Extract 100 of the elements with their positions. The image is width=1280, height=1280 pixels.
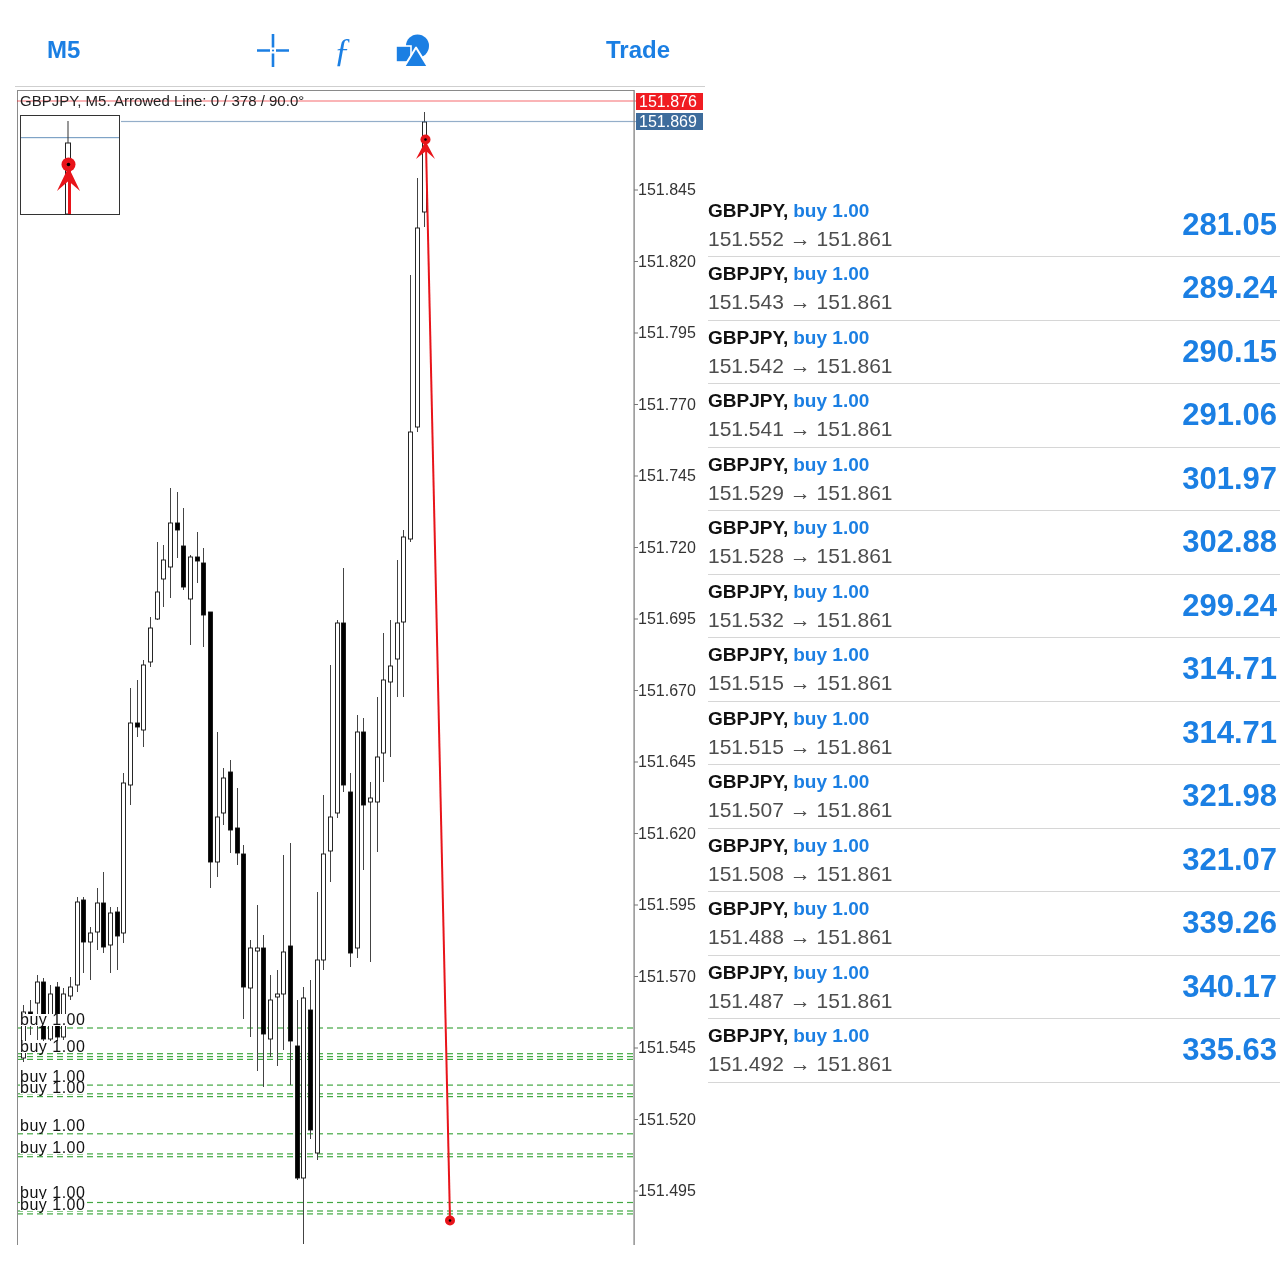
axis-label: 151.845 bbox=[638, 181, 696, 199]
price-range: 151.532 → 151.861 bbox=[708, 607, 893, 632]
symbol-label: GBPJPY, bbox=[708, 452, 789, 477]
order-type: buy 1.00 bbox=[793, 198, 870, 223]
price-tag: 151.869 bbox=[636, 113, 703, 130]
order-label: buy 1.00 bbox=[20, 1082, 87, 1094]
symbol-label: GBPJPY, bbox=[708, 389, 789, 414]
order-label: buy 1.00 bbox=[20, 1142, 87, 1154]
profit-value: 289.24 bbox=[1182, 270, 1277, 307]
axis-label: 151.595 bbox=[638, 896, 696, 914]
price-range: 151.541 → 151.861 bbox=[708, 417, 893, 442]
symbol-label: GBPJPY, bbox=[708, 325, 789, 350]
axis-label: 151.520 bbox=[638, 1110, 696, 1129]
trade-row[interactable]: GBPJPY, buy 1.00 151.508 → 151.861 321.07 bbox=[708, 828, 1280, 892]
order-type: buy 1.00 bbox=[793, 833, 870, 858]
price-range: 151.528 → 151.861 bbox=[708, 544, 893, 569]
order-type: buy 1.00 bbox=[793, 897, 870, 922]
order-type: buy 1.00 bbox=[793, 960, 870, 985]
price-range: 151.552 → 151.861 bbox=[708, 226, 893, 251]
axis-label: 151.645 bbox=[638, 753, 696, 771]
trade-row[interactable]: GBPJPY, buy 1.00 151.492 → 151.861 335.63 bbox=[708, 1019, 1280, 1083]
function-button[interactable]: ƒ bbox=[331, 32, 353, 68]
price-range: 151.542 → 151.861 bbox=[708, 353, 893, 378]
axis-label: 151.495 bbox=[638, 1182, 696, 1200]
arrow-marker bbox=[57, 157, 80, 214]
order-label: buy 1.00 bbox=[20, 1014, 87, 1026]
trade-row[interactable]: GBPJPY, buy 1.00 151.543 → 151.861 289.24 bbox=[708, 257, 1280, 321]
profit-value: 299.24 bbox=[1182, 587, 1277, 624]
crosshair-icon[interactable] bbox=[256, 33, 289, 67]
profit-value: 291.06 bbox=[1182, 397, 1277, 434]
axis-label: 151.795 bbox=[638, 324, 696, 342]
price-range: 151.488 → 151.861 bbox=[708, 925, 893, 950]
trade-row[interactable]: GBPJPY, buy 1.00 151.507 → 151.861 321.98 bbox=[708, 765, 1280, 829]
axis-label: 151.670 bbox=[638, 681, 696, 700]
symbol-label: GBPJPY, bbox=[708, 198, 789, 223]
symbol-label: GBPJPY, bbox=[708, 579, 789, 604]
trade-row[interactable]: GBPJPY, buy 1.00 151.487 → 151.861 340.17 bbox=[708, 955, 1280, 1019]
symbol-label: GBPJPY, bbox=[708, 643, 789, 668]
symbol-label: GBPJPY, bbox=[708, 960, 789, 985]
trade-row[interactable]: GBPJPY, buy 1.00 151.532 → 151.861 299.24 bbox=[708, 574, 1280, 638]
order-type: buy 1.00 bbox=[793, 452, 870, 477]
order-label: buy 1.00 bbox=[20, 1120, 87, 1132]
profit-value: 321.07 bbox=[1182, 841, 1277, 878]
profit-value: 314.71 bbox=[1182, 651, 1277, 688]
profit-value: 339.26 bbox=[1182, 905, 1277, 942]
symbol-label: GBPJPY, bbox=[708, 1024, 789, 1049]
trade-row[interactable]: GBPJPY, buy 1.00 151.488 → 151.861 339.26 bbox=[708, 892, 1280, 956]
order-type: buy 1.00 bbox=[793, 770, 870, 795]
axis-label: 151.720 bbox=[638, 538, 696, 557]
symbol-label: GBPJPY, bbox=[708, 770, 789, 795]
profit-value: 321.98 bbox=[1182, 778, 1277, 815]
shapes-icon[interactable] bbox=[395, 33, 430, 67]
trade-row[interactable]: GBPJPY, buy 1.00 151.552 → 151.861 281.05 bbox=[708, 193, 1280, 257]
axis-label: 151.770 bbox=[638, 395, 696, 414]
order-type: buy 1.00 bbox=[793, 643, 870, 668]
order-type: buy 1.00 bbox=[793, 325, 870, 350]
order-type: buy 1.00 bbox=[793, 389, 870, 414]
axis-label: 151.570 bbox=[638, 967, 696, 986]
profit-value: 301.97 bbox=[1182, 460, 1277, 497]
profit-value: 335.63 bbox=[1182, 1032, 1277, 1069]
symbol-label: GBPJPY, bbox=[708, 262, 789, 287]
axis-label: 151.695 bbox=[638, 610, 696, 628]
order-label: buy 1.00 bbox=[20, 1041, 87, 1053]
axis-label: 151.820 bbox=[638, 252, 696, 271]
price-range: 151.507 → 151.861 bbox=[708, 798, 893, 823]
order-type: buy 1.00 bbox=[793, 516, 870, 541]
order-type: buy 1.00 bbox=[793, 1024, 870, 1049]
axis-label: 151.620 bbox=[638, 824, 696, 843]
price-range: 151.492 → 151.861 bbox=[708, 1052, 893, 1077]
symbol-label: GBPJPY, bbox=[708, 833, 789, 858]
price-range: 151.508 → 151.861 bbox=[708, 861, 893, 886]
trade-row[interactable]: GBPJPY, buy 1.00 151.541 → 151.861 291.06 bbox=[708, 384, 1280, 448]
chart-title: GBPJPY, M5. Arrowed Line: 0 / 378 / 90.0° bbox=[20, 92, 305, 110]
order-type: buy 1.00 bbox=[793, 579, 870, 604]
order-label: buy 1.00 bbox=[20, 1199, 87, 1211]
order-type: buy 1.00 bbox=[793, 262, 870, 287]
axis-label: 151.545 bbox=[638, 1039, 696, 1057]
profit-value: 290.15 bbox=[1182, 333, 1277, 370]
price-range: 151.515 → 151.861 bbox=[708, 671, 893, 696]
trade-row[interactable]: GBPJPY, buy 1.00 151.528 → 151.861 302.88 bbox=[708, 511, 1280, 575]
trade-row[interactable]: GBPJPY, buy 1.00 151.515 → 151.861 314.71 bbox=[708, 638, 1280, 702]
symbol-label: GBPJPY, bbox=[708, 897, 789, 922]
profit-value: 340.17 bbox=[1182, 968, 1277, 1005]
price-range: 151.543 → 151.861 bbox=[708, 290, 893, 315]
trade-row[interactable]: GBPJPY, buy 1.00 151.515 → 151.861 314.71 bbox=[708, 701, 1280, 765]
price-tag: 151.876 bbox=[636, 93, 703, 110]
price-range: 151.515 → 151.861 bbox=[708, 734, 893, 759]
profit-value: 314.71 bbox=[1182, 714, 1277, 751]
price-range: 151.529 → 151.861 bbox=[708, 480, 893, 505]
symbol-label: GBPJPY, bbox=[708, 706, 789, 731]
profit-value: 302.88 bbox=[1182, 524, 1277, 561]
profit-value: 281.05 bbox=[1182, 206, 1277, 243]
timeframe-button[interactable]: M5 bbox=[47, 36, 81, 64]
price-range: 151.487 → 151.861 bbox=[708, 988, 893, 1013]
trade-row[interactable]: GBPJPY, buy 1.00 151.542 → 151.861 290.15 bbox=[708, 320, 1280, 384]
axis-label: 151.745 bbox=[638, 467, 696, 485]
trade-row[interactable]: GBPJPY, buy 1.00 151.529 → 151.861 301.97 bbox=[708, 447, 1280, 511]
order-type: buy 1.00 bbox=[793, 706, 870, 731]
trade-button[interactable]: Trade bbox=[605, 36, 670, 64]
symbol-label: GBPJPY, bbox=[708, 516, 789, 541]
